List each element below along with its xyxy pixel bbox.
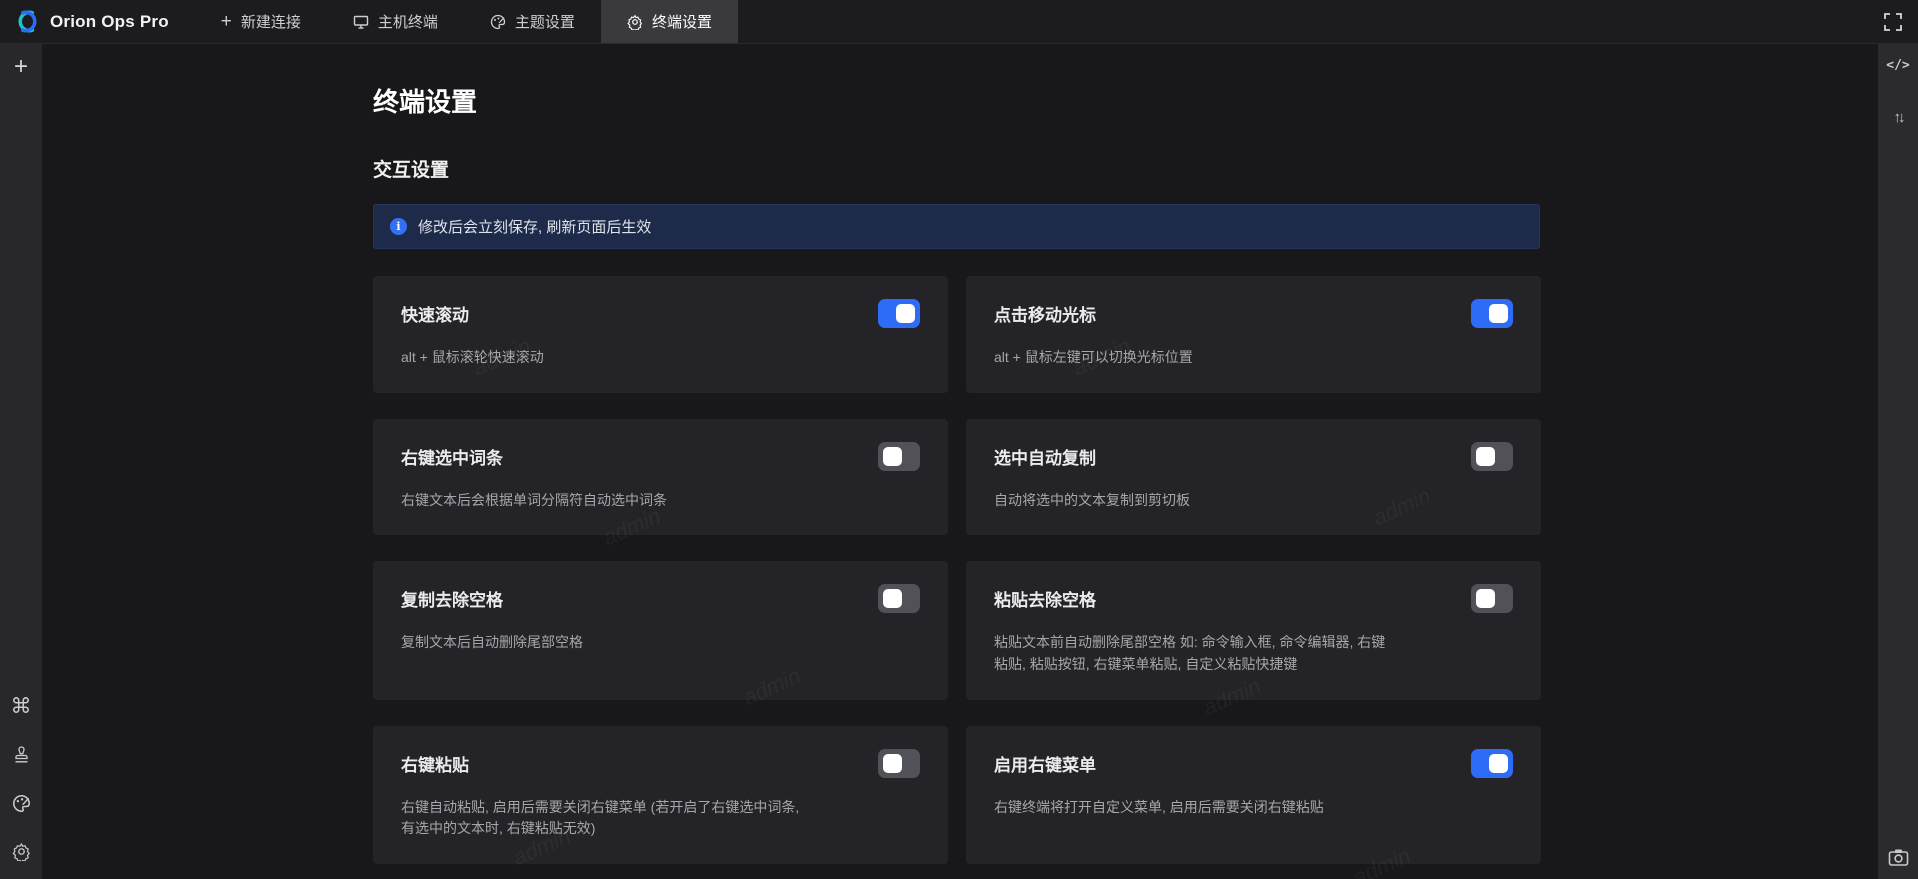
brand-name: Orion Ops Pro xyxy=(50,12,169,32)
toggle-rclick-paste[interactable] xyxy=(878,749,920,778)
setting-card-copy-trim: 复制去除空格 复制文本后自动删除尾部空格 xyxy=(373,561,948,699)
toggle-auto-copy-selection[interactable] xyxy=(1471,442,1513,471)
setting-title: 启用右键菜单 xyxy=(994,751,1513,776)
setting-title: 选中自动复制 xyxy=(994,444,1513,469)
sort-vertical-icon[interactable]: ↑↓ xyxy=(1894,109,1903,126)
setting-desc: 复制文本后自动删除尾部空格 xyxy=(401,632,920,654)
toggle-context-menu[interactable] xyxy=(1471,749,1513,778)
setting-card-auto-copy-selection: 选中自动复制 自动将选中的文本复制到剪切板 xyxy=(966,419,1541,536)
command-icon[interactable]: ⌘ xyxy=(11,696,32,717)
setting-card-context-menu: 启用右键菜单 右键终端将打开自定义菜单, 启用后需要关闭右键粘贴 xyxy=(966,726,1541,864)
left-sidebar: + ⌘ xyxy=(0,44,42,879)
monitor-icon xyxy=(353,14,369,30)
fullscreen-icon[interactable] xyxy=(1883,12,1903,32)
toggle-knob xyxy=(1489,304,1508,323)
setting-card-click-move-cursor: 点击移动光标 alt + 鼠标左键可以切换光标位置 xyxy=(966,276,1541,393)
setting-desc: 右键文本后会根据单词分隔符自动选中词条 xyxy=(401,490,920,512)
toggle-knob xyxy=(1489,754,1508,773)
settings-grid: 快速滚动 alt + 鼠标滚轮快速滚动 点击移动光标 alt + 鼠标左键可以切… xyxy=(373,276,1540,879)
notice-text: 修改后会立刻保存, 刷新页面后生效 xyxy=(418,216,651,237)
setting-title: 快速滚动 xyxy=(401,301,920,326)
section-title: 交互设置 xyxy=(373,155,1540,182)
setting-desc: alt + 鼠标滚轮快速滚动 xyxy=(401,347,920,369)
tab-label: 主题设置 xyxy=(515,11,575,32)
main-panel: admin admin admin admin admin admin admi… xyxy=(42,44,1878,879)
tab-terminal-settings[interactable]: 终端设置 xyxy=(601,0,738,43)
gear-icon[interactable] xyxy=(12,842,31,861)
plus-icon: + xyxy=(221,12,232,31)
code-icon[interactable]: </> xyxy=(1886,58,1909,73)
screenshot-icon[interactable] xyxy=(1888,848,1909,867)
setting-title: 粘贴去除空格 xyxy=(994,586,1513,611)
toggle-knob xyxy=(883,754,902,773)
setting-desc: 自动将选中的文本复制到剪切板 xyxy=(994,490,1513,512)
setting-card-rclick-paste: 右键粘贴 右键自动粘贴, 启用后需要关闭右键菜单 (若开启了右键选中词条, 有选… xyxy=(373,726,948,864)
topbar-right xyxy=(1883,12,1918,32)
toggle-rclick-select-word[interactable] xyxy=(878,442,920,471)
toggle-knob xyxy=(883,447,902,466)
setting-title: 右键粘贴 xyxy=(401,751,920,776)
tab-theme-settings[interactable]: 主题设置 xyxy=(464,0,601,43)
setting-desc: 右键终端将打开自定义菜单, 启用后需要关闭右键粘贴 xyxy=(994,797,1513,819)
setting-desc: 右键自动粘贴, 启用后需要关闭右键菜单 (若开启了右键选中词条, 有选中的文本时… xyxy=(401,797,920,840)
tab-new-connection[interactable]: + 新建连接 xyxy=(195,0,327,43)
toggle-knob xyxy=(1476,447,1495,466)
toggle-paste-trim[interactable] xyxy=(1471,584,1513,613)
tab-label: 终端设置 xyxy=(652,11,712,32)
setting-title: 点击移动光标 xyxy=(994,301,1513,326)
toggle-click-move-cursor[interactable] xyxy=(1471,299,1513,328)
tab-label: 主机终端 xyxy=(378,11,438,32)
page-title: 终端设置 xyxy=(373,82,1540,119)
palette-icon xyxy=(490,14,506,30)
setting-card-rclick-select-word: 右键选中词条 右键文本后会根据单词分隔符自动选中词条 xyxy=(373,419,948,536)
plus-icon[interactable]: + xyxy=(14,55,28,79)
toggle-copy-trim[interactable] xyxy=(878,584,920,613)
setting-title: 复制去除空格 xyxy=(401,586,920,611)
setting-title: 右键选中词条 xyxy=(401,444,920,469)
toggle-fast-scroll[interactable] xyxy=(878,299,920,328)
palette-icon[interactable] xyxy=(12,794,31,813)
gear-icon xyxy=(627,14,643,30)
stamp-icon[interactable] xyxy=(12,746,31,765)
toggle-knob xyxy=(883,589,902,608)
tab-host-terminal[interactable]: 主机终端 xyxy=(327,0,464,43)
toggle-knob xyxy=(896,304,915,323)
toggle-knob xyxy=(1476,589,1495,608)
topbar-tabs: + 新建连接 主机终端 主题设置 终端设置 xyxy=(195,0,738,43)
notice-banner: i 修改后会立刻保存, 刷新页面后生效 xyxy=(373,204,1540,249)
topbar: Orion Ops Pro + 新建连接 主机终端 主题设置 终端设置 xyxy=(0,0,1918,44)
brand[interactable]: Orion Ops Pro xyxy=(0,8,195,35)
left-sidebar-bottom: ⌘ xyxy=(11,696,32,879)
tab-label: 新建连接 xyxy=(241,11,301,32)
right-sidebar: </> ↑↓ xyxy=(1878,44,1918,879)
setting-card-fast-scroll: 快速滚动 alt + 鼠标滚轮快速滚动 xyxy=(373,276,948,393)
setting-card-paste-trim: 粘贴去除空格 粘贴文本前自动删除尾部空格 如: 命令输入框, 命令编辑器, 右键… xyxy=(966,561,1541,699)
orion-logo-icon xyxy=(14,8,41,35)
setting-desc: alt + 鼠标左键可以切换光标位置 xyxy=(994,347,1513,369)
setting-desc: 粘贴文本前自动删除尾部空格 如: 命令输入框, 命令编辑器, 右键粘贴, 粘贴按… xyxy=(994,632,1513,675)
info-icon: i xyxy=(390,218,407,235)
